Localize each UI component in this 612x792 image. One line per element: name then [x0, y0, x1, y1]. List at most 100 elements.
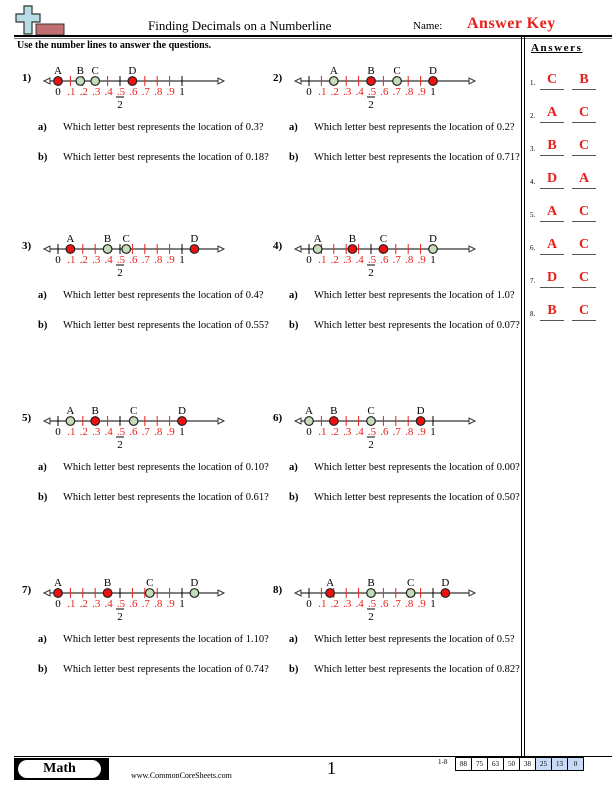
question-letter: b): [38, 320, 48, 331]
answer-number: 5.: [530, 211, 536, 219]
point-a: [65, 244, 76, 254]
point-d: [127, 76, 138, 86]
tick-label-tenth: .2: [80, 598, 88, 610]
answer-blank-b[interactable]: C: [572, 237, 596, 255]
tick-label-tenth: .7: [393, 426, 402, 438]
point-label-c: C: [123, 233, 130, 245]
point-d: [415, 416, 426, 426]
answers-column-divider-inner: [524, 37, 525, 757]
point-c: [405, 588, 416, 598]
problem-3: 3) 0 1 .1 .2 .3.4 .5.6 .7.8.9 2 A B C Da) Which lette…: [22, 233, 272, 404]
answer-blank-b[interactable]: C: [572, 270, 596, 288]
tick-label-tenth: .2: [80, 86, 88, 98]
point-b: [75, 76, 86, 86]
problem-number: 4): [273, 240, 283, 252]
question-letter: b): [38, 664, 48, 675]
point-a: [53, 76, 63, 86]
question-letter: a): [289, 462, 298, 473]
half-fraction-denominator: 2: [117, 611, 123, 623]
problem-4: 4) 0 1 .1 .2 .3.4 .5.6 .7.8.9 2 A B C Da) Which lette…: [273, 233, 523, 404]
tick-label-one: 1: [430, 426, 436, 438]
answer-blank-a[interactable]: B: [540, 303, 564, 321]
left-arrow-icon: [293, 245, 302, 253]
tick-label-tenth: .4: [355, 426, 364, 438]
answer-blank-b[interactable]: C: [572, 105, 596, 123]
answer-blank-a[interactable]: A: [540, 237, 564, 255]
point-label-d: D: [417, 405, 425, 417]
tick-label-zero: 0: [55, 86, 61, 98]
score-cell: 50: [503, 757, 520, 771]
point-label-a: A: [326, 577, 334, 589]
problem-number: 6): [273, 412, 283, 424]
point-label-b: B: [104, 577, 111, 589]
problem-number: 5): [22, 412, 32, 424]
answer-blank-a[interactable]: D: [540, 171, 564, 189]
tick-label-one: 1: [430, 254, 436, 266]
name-label: Name:: [413, 20, 443, 32]
answer-blank-a[interactable]: A: [540, 204, 564, 222]
subject-label: Math: [18, 760, 101, 778]
question-text: Which letter best represents the locatio…: [63, 634, 269, 645]
point-label-b: B: [349, 233, 356, 245]
point-label-b: B: [367, 65, 374, 77]
tick-label-one: 1: [179, 86, 185, 98]
point-b: [347, 244, 358, 254]
point-c: [121, 244, 132, 254]
point-label-b: B: [367, 577, 374, 589]
answer-blank-a[interactable]: C: [540, 72, 564, 90]
point-label-c: C: [130, 405, 137, 417]
tick-label-tenth: .5: [368, 598, 377, 610]
question-letter: b): [38, 152, 48, 163]
question-letter: b): [289, 320, 299, 331]
score-table: 88 75 63 50 38 25 13 0: [455, 757, 584, 771]
answer-blank-a[interactable]: D: [540, 270, 564, 288]
tick-label-tenth: .4: [355, 86, 364, 98]
tick-label-tenth: .6: [129, 86, 138, 98]
answer-row: 6. A C: [530, 237, 610, 257]
tick-label-tenth: .8: [405, 426, 414, 438]
instructions: Use the number lines to answer the quest…: [17, 40, 212, 51]
answer-blank-b[interactable]: C: [572, 303, 596, 321]
tick-label-tenth: .6: [129, 254, 138, 266]
score-cell: 0: [567, 757, 584, 771]
tick-label-tenth: .3: [92, 426, 101, 438]
answer-blank-a[interactable]: A: [540, 105, 564, 123]
tick-label-tenth: .7: [142, 598, 151, 610]
question-letter: a): [289, 290, 298, 301]
point-label-d: D: [190, 577, 198, 589]
tick-label-tenth: .8: [154, 426, 163, 438]
answer-blank-b[interactable]: B: [572, 72, 596, 90]
point-d: [177, 416, 187, 426]
point-a: [312, 244, 323, 254]
answer-blank-b[interactable]: A: [572, 171, 596, 189]
answer-number: 1.: [530, 79, 536, 87]
tick-label-tenth: .1: [318, 86, 326, 98]
tick-label-zero: 0: [306, 86, 312, 98]
answer-key-label: Answer Key: [467, 15, 556, 32]
answer-blank-a[interactable]: B: [540, 138, 564, 156]
answer-number: 8.: [530, 310, 536, 318]
answer-blank-b[interactable]: C: [572, 204, 596, 222]
right-arrow-icon: [217, 417, 226, 425]
left-arrow-icon: [42, 417, 51, 425]
question-text: Which letter best represents the locatio…: [314, 664, 520, 675]
score-cell: 38: [519, 757, 536, 771]
number-line: 0 1 .1 .2 .3.4 .5.6 .7.8.9 2 A B C D: [293, 65, 477, 111]
answer-blank-b[interactable]: C: [572, 138, 596, 156]
header-divider: [14, 35, 612, 37]
tick-label-zero: 0: [55, 598, 61, 610]
problem-7: 7) 0 1 .1 .2 .3.4 .5.6 .7.8.9 2 A B C Da) Which lette…: [22, 577, 272, 748]
tick-label-tenth: .5: [117, 598, 126, 610]
point-a: [65, 416, 76, 426]
point-c: [366, 416, 376, 426]
tick-label-tenth: .2: [331, 86, 339, 98]
tick-label-tenth: .9: [166, 254, 175, 266]
half-fraction-denominator: 2: [117, 99, 123, 111]
question-letter: b): [289, 492, 299, 503]
tick-label-tenth: .1: [67, 426, 75, 438]
answer-row: 4. D A: [530, 171, 610, 191]
tick-label-zero: 0: [306, 254, 312, 266]
right-arrow-icon: [468, 245, 477, 253]
problem-number: 2): [273, 72, 283, 84]
tick-label-tenth: .8: [405, 86, 414, 98]
